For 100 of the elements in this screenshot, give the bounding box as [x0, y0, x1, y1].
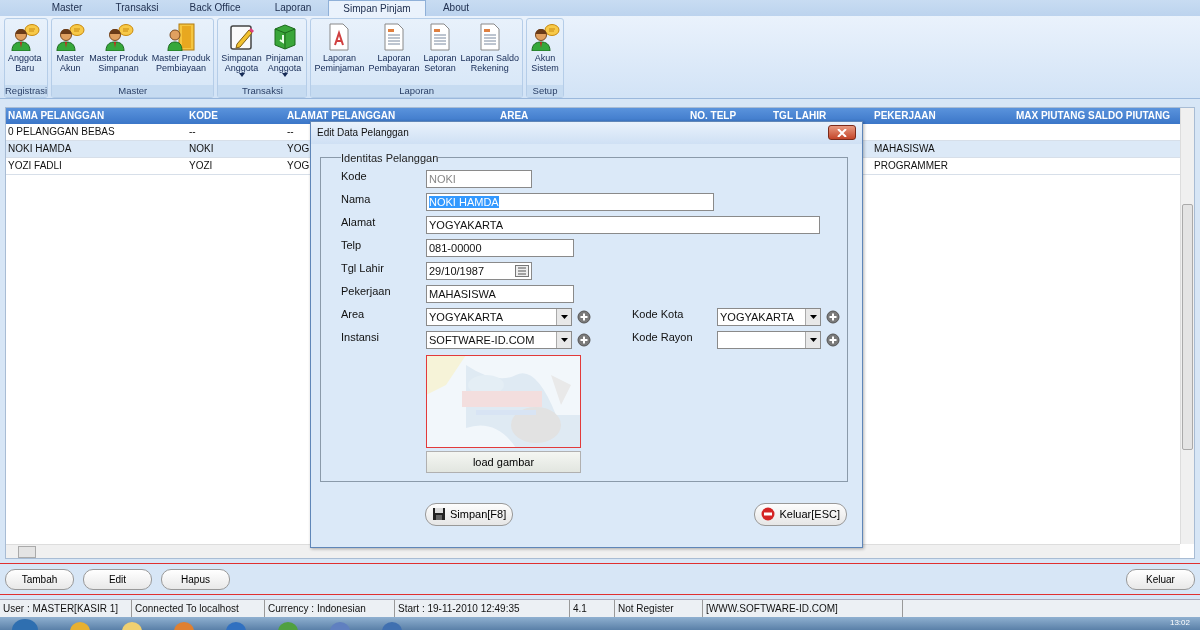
group-label: Laporan	[311, 84, 523, 97]
caret-icon	[809, 337, 817, 342]
field-label: Pekerjaan	[341, 283, 392, 298]
document-icon	[427, 23, 452, 51]
taskbar-app-icon[interactable]	[172, 620, 196, 630]
table-cell: 0 PELANGGAN BEBAS	[8, 125, 115, 137]
taskbar-app-icon[interactable]	[276, 620, 300, 630]
ribbon-tab[interactable]: About	[426, 0, 486, 16]
ribbon-button[interactable]: Simpanan Anggota	[220, 21, 263, 85]
calendar-icon	[515, 264, 529, 277]
add-icon[interactable]	[826, 309, 840, 324]
ribbon-tab[interactable]: Back Office	[172, 0, 258, 16]
column-header[interactable]: PEKERJAAN	[872, 107, 1004, 124]
date-field[interactable]: 29/10/1987	[426, 261, 532, 280]
add-icon[interactable]	[577, 309, 591, 324]
taskbar-app-icon[interactable]	[328, 620, 352, 630]
column-header[interactable]: ALAMAT PELANGGAN	[285, 107, 498, 124]
text-field[interactable]: YOGYAKARTA	[426, 215, 820, 234]
clock: 13:02	[1169, 618, 1190, 627]
field-label: Nama	[341, 191, 372, 206]
field-label: Telp	[341, 237, 363, 252]
ribbon-button[interactable]: Akun Sistem	[529, 21, 562, 85]
field-label: Tgl Lahir	[341, 260, 385, 275]
text-field[interactable]: 081-00000	[426, 238, 574, 257]
table-cell: NOKI	[189, 142, 214, 154]
column-header[interactable]: KODE	[187, 107, 285, 124]
group-label: Master	[52, 84, 214, 97]
user-door-icon	[166, 23, 197, 51]
document-icon	[327, 23, 352, 51]
close-button[interactable]	[828, 125, 856, 141]
ribbon-tab[interactable]: Laporan	[258, 0, 328, 16]
field-label: Kode Rayon	[632, 329, 694, 344]
taskbar-app-icon[interactable]	[380, 620, 404, 630]
column-header[interactable]: AREA	[498, 107, 688, 124]
add-icon[interactable]	[826, 332, 840, 347]
ribbon-button[interactable]: Laporan Saldo Rekening	[459, 21, 521, 85]
table-cell: YOZI FADLI	[8, 159, 62, 171]
group-label: Transaksi	[218, 84, 307, 97]
table-cell: NOKI HAMDA	[8, 142, 72, 154]
load-image-button[interactable]: load gambar	[426, 450, 581, 473]
column-header[interactable]: NO. TELP	[688, 107, 771, 124]
field-label: Alamat	[341, 214, 377, 229]
no-entry-icon	[761, 507, 776, 522]
exit-button[interactable]: Keluar	[1126, 568, 1195, 590]
table-cell: YOG	[287, 159, 310, 171]
column-header[interactable]: TGL LAHIR	[771, 107, 872, 124]
field-label: Kode	[341, 168, 368, 183]
start-button[interactable]	[10, 618, 40, 630]
action-button[interactable]: Hapus	[161, 568, 230, 590]
field-label: Area	[341, 306, 366, 321]
table-cell: YOZI	[189, 159, 213, 171]
dropdown-field[interactable]: SOFTWARE-ID.COM	[426, 330, 572, 349]
document-icon	[381, 23, 406, 51]
user-icon	[55, 23, 86, 51]
taskbar-app-icon[interactable]	[120, 620, 144, 630]
text-field[interactable]: MAHASISWA	[426, 284, 574, 303]
exit-button[interactable]: Keluar[ESC]	[754, 502, 847, 526]
dropdown-field[interactable]	[717, 330, 821, 349]
action-button[interactable]: Tambah	[5, 568, 74, 590]
ribbon-button[interactable]: Master Produk Pembiayaan	[150, 21, 212, 85]
group-title: Identitas Pelanggan	[341, 151, 439, 164]
column-header[interactable]: NAMA PELANGGAN	[6, 107, 187, 124]
ribbon-button[interactable]: Laporan Setoran	[422, 21, 458, 85]
dropdown-field[interactable]: YOGYAKARTA	[426, 307, 572, 326]
action-button[interactable]: Edit	[83, 568, 152, 590]
table-cell: PROGRAMMER	[874, 159, 948, 171]
close-icon	[837, 128, 847, 137]
dropdown-field[interactable]: YOGYAKARTA	[717, 307, 821, 326]
group-label: Registrasi	[5, 84, 48, 97]
user-icon	[530, 23, 561, 51]
user-icon	[103, 23, 134, 51]
dialog-title: Edit Data Pelanggan	[317, 127, 409, 139]
ribbon-tab[interactable]: Master	[32, 0, 102, 16]
table-cell: MAHASISWA	[874, 142, 935, 154]
ribbon-button[interactable]: Laporan Peminjaman	[313, 21, 366, 85]
caret-icon	[560, 337, 568, 342]
ribbon-button[interactable]: Anggota Baru	[7, 21, 43, 85]
caret-icon	[809, 314, 817, 319]
taskbar-app-icon[interactable]	[68, 620, 92, 630]
group-label: Setup	[527, 84, 564, 97]
save-button[interactable]: Simpan[F8]	[425, 502, 514, 526]
taskbar-app-icon[interactable]	[224, 620, 248, 630]
field-label: Instansi	[341, 329, 380, 344]
ribbon-button[interactable]: Master Akun	[54, 21, 87, 85]
ribbon-tab[interactable]: Simpan Pinjam	[328, 0, 426, 16]
ribbon-tab[interactable]: Transaksi	[102, 0, 172, 16]
ribbon-button[interactable]: Laporan Pembayaran	[367, 21, 421, 85]
user-icon	[9, 23, 40, 51]
field-label: Kode Kota	[632, 306, 685, 321]
ribbon-button[interactable]: Master Produk Simpanan	[88, 21, 149, 85]
vertical-scrollbar[interactable]	[1180, 107, 1194, 545]
notepad-pencil-icon	[227, 23, 256, 51]
caret-icon	[560, 314, 568, 319]
table-cell: --	[189, 125, 196, 137]
table-cell: YOG	[287, 142, 310, 154]
add-icon[interactable]	[577, 332, 591, 347]
column-header[interactable]: MAX PIUTANG SALDO PIUTANG	[1004, 107, 1174, 124]
ribbon-button[interactable]: Pinjaman Anggota	[264, 21, 305, 85]
table-cell: --	[287, 125, 294, 137]
document-icon	[477, 23, 502, 51]
